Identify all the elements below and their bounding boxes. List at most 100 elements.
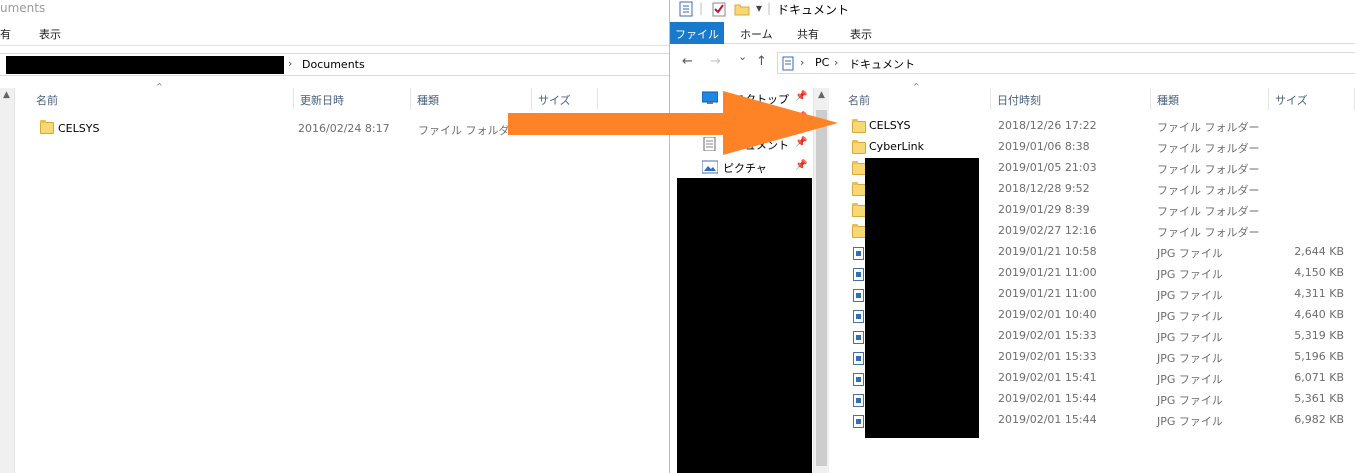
file-date: 2019/01/29 8:39 (998, 203, 1090, 216)
jpg-file-icon (853, 289, 864, 302)
tab-file[interactable]: ファイル (670, 22, 724, 44)
breadcrumb-separator[interactable]: › (800, 56, 804, 69)
file-type: ファイル フォルダー (1157, 163, 1260, 176)
pictures-icon (702, 160, 718, 174)
file-date: 2019/02/01 15:44 (998, 413, 1097, 426)
breadcrumb-documents[interactable]: ドキュメント (849, 56, 915, 72)
jpg-file-icon (853, 373, 864, 386)
folder-icon (852, 203, 866, 217)
file-size: 4,150 KB (1294, 266, 1344, 279)
customize-quick-access-icon[interactable]: ▾ (756, 1, 762, 15)
breadcrumb-separator[interactable]: › (288, 57, 292, 70)
redacted-path (6, 56, 284, 74)
left-tab-share[interactable]: 有 (0, 26, 11, 42)
file-date: 2016/02/24 8:17 (298, 122, 390, 135)
properties-icon[interactable] (679, 1, 693, 17)
jpg-file-icon (853, 415, 864, 428)
file-date: 2019/01/21 10:58 (998, 245, 1097, 258)
breadcrumb-separator[interactable]: › (834, 56, 838, 69)
tab-view[interactable]: 表示 (850, 26, 872, 42)
jpg-file-icon (853, 247, 864, 260)
folder-icon (852, 140, 866, 154)
file-size: 5,196 KB (1294, 350, 1344, 363)
file-size: 5,319 KB (1294, 329, 1344, 342)
left-address-bar[interactable]: › Documents (0, 53, 669, 76)
jpg-file-icon (853, 352, 864, 365)
right-column-header: ^ 名前 日付時刻 種類 サイズ (829, 82, 1355, 110)
file-date: 2018/12/26 17:22 (998, 119, 1097, 132)
column-header-size-label: サイズ (1275, 94, 1308, 107)
column-header-name-label: 名前 (36, 94, 58, 107)
up-arrow-icon[interactable]: ↑ (756, 54, 767, 69)
nav-item-pictures[interactable]: ピクチャ 📌 (670, 157, 810, 179)
file-date: 2019/02/01 10:40 (998, 308, 1097, 321)
file-size: 4,311 KB (1294, 287, 1344, 300)
back-arrow-icon[interactable]: ← (682, 54, 693, 69)
file-date: 2019/02/01 15:41 (998, 371, 1097, 384)
file-type: JPG ファイル (1157, 373, 1223, 386)
right-ribbon: ファイル ホーム 共有 表示 (670, 22, 1355, 44)
file-size: 6,982 KB (1294, 413, 1344, 426)
file-type: ファイル フォルダー (1157, 121, 1260, 134)
column-header-size[interactable]: サイズ (1269, 88, 1355, 110)
file-name: CELSYS (869, 119, 911, 132)
column-header-date[interactable]: 日付時刻 (991, 88, 1151, 110)
file-type: JPG ファイル (1157, 331, 1223, 344)
breadcrumb-documents[interactable]: Documents (302, 58, 365, 71)
pin-icon[interactable]: 📌 (795, 160, 807, 171)
left-explorer-window: uments 有 表示 › Documents ▲ ^ 名前 更新日時 種類 サ… (0, 0, 669, 473)
jpg-file-icon (853, 394, 864, 407)
column-header-date-label: 日付時刻 (997, 94, 1041, 107)
left-nav-scrollbar[interactable]: ▲ (0, 88, 15, 473)
file-name: CELSYS (58, 122, 100, 135)
address-bar[interactable]: › PC › ドキュメント (777, 52, 1355, 74)
file-date: 2019/02/01 15:33 (998, 329, 1097, 342)
column-header-type-label: 種類 (417, 94, 439, 107)
column-header-name[interactable]: 名前 (30, 88, 294, 110)
scrollbar-thumb[interactable] (816, 110, 827, 466)
left-ribbon: 有 表示 (0, 22, 669, 46)
column-header-modified-label: 更新日時 (300, 94, 344, 107)
file-date: 2019/02/27 12:16 (998, 224, 1097, 237)
left-title-bar: uments (0, 0, 669, 22)
file-type: JPG ファイル (1157, 247, 1223, 260)
scroll-up-icon[interactable]: ▲ (3, 90, 10, 100)
column-header-type[interactable]: 種類 (1151, 88, 1269, 110)
redacted-nav-items (677, 178, 812, 473)
file-type: ファイル フォルダー (1157, 226, 1260, 239)
file-date: 2019/01/05 21:03 (998, 161, 1097, 174)
file-type: JPG ファイル (1157, 394, 1223, 407)
jpg-file-icon (853, 268, 864, 281)
orange-arrow-annotation (508, 91, 838, 155)
folder-icon (852, 119, 866, 133)
file-date: 2019/01/21 11:00 (998, 266, 1097, 279)
nav-label: ピクチャ (723, 162, 767, 175)
file-size: 2,644 KB (1294, 245, 1344, 258)
checkmark-icon[interactable] (712, 1, 726, 17)
file-type: ファイル フォルダー (1157, 184, 1260, 197)
tab-home[interactable]: ホーム (740, 26, 773, 42)
file-size: 5,361 KB (1294, 392, 1344, 405)
column-header-modified[interactable]: 更新日時 (294, 88, 411, 110)
left-window-title: uments (0, 1, 46, 15)
file-type: ファイル フォルダー (1157, 205, 1260, 218)
file-type: JPG ファイル (1157, 289, 1223, 302)
jpg-file-icon (853, 331, 864, 344)
file-type: JPG ファイル (1157, 415, 1223, 428)
column-header-name-label: 名前 (848, 94, 870, 107)
pc-icon (782, 56, 794, 71)
folder-icon (852, 224, 866, 238)
left-tab-view[interactable]: 表示 (39, 26, 61, 42)
file-type: ファイル フォルダー (1157, 142, 1260, 155)
column-header-name[interactable]: 名前 (842, 88, 991, 110)
file-type: JPG ファイル (1157, 268, 1223, 281)
recent-locations-icon[interactable]: ⌄ (738, 50, 747, 63)
breadcrumb-pc[interactable]: PC (815, 56, 829, 69)
file-date: 2019/02/01 15:33 (998, 350, 1097, 363)
file-date: 2019/02/01 15:44 (998, 392, 1097, 405)
forward-arrow-icon[interactable]: → (710, 54, 721, 69)
redacted-file-names (865, 158, 979, 438)
tab-share[interactable]: 共有 (797, 26, 819, 42)
new-folder-icon[interactable] (734, 2, 750, 16)
quick-access-separator: | (699, 1, 704, 15)
